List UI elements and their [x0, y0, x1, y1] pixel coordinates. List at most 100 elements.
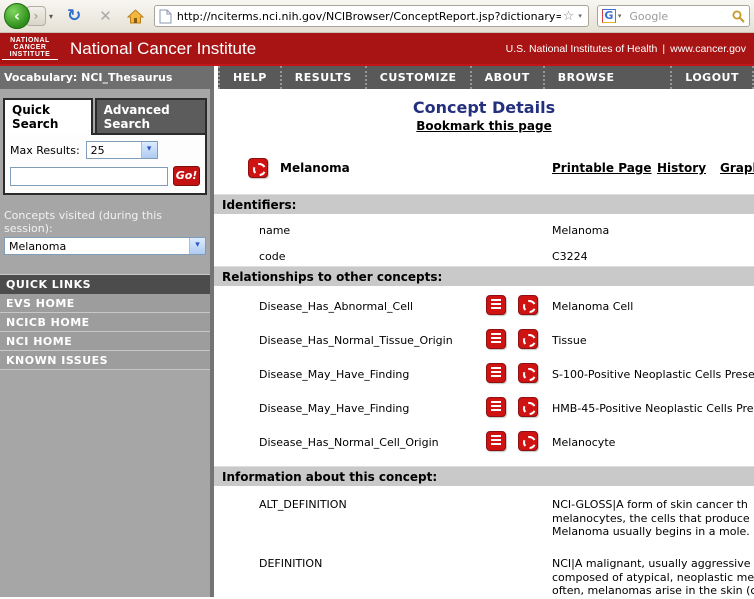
sidebar-item-evs-home[interactable]: EVS HOME — [0, 294, 210, 313]
relationship-row: Disease_Has_Normal_Tissue_Origin Tissue — [214, 324, 754, 358]
site-header: NATIONAL CANCER INSTITUTE National Cance… — [0, 33, 754, 66]
logo-line: CANCER — [13, 44, 47, 51]
identifier-row: code C3224 — [214, 240, 754, 266]
relationship-row: Disease_Has_Abnormal_Cell Melanoma Cell — [214, 290, 754, 324]
go-button[interactable]: Go! — [173, 166, 200, 186]
quick-search-panel: Max Results: 25 ▾ Go! — [3, 133, 207, 195]
logo-line: NATIONAL — [10, 37, 50, 44]
main-menu: HELP RESULTS CUSTOMIZE ABOUT BROWSE HIER… — [218, 66, 754, 107]
browser-toolbar: ‹ › ▾ ↻ ✕ ☆ ▾ G ▾ Google — [0, 0, 754, 33]
document-icon[interactable] — [486, 295, 506, 315]
sidebar-item-ncicb-home[interactable]: NCICB HOME — [0, 313, 210, 332]
identifier-value: C3224 — [552, 250, 588, 263]
hierarchy-icon[interactable] — [518, 295, 538, 315]
identifier-label: name — [259, 224, 291, 237]
information-value: NCI|A malignant, usually aggressive comp… — [552, 557, 754, 597]
max-results-select[interactable]: 25 ▾ — [85, 141, 158, 159]
related-concept: Melanocyte — [552, 436, 616, 449]
hierarchy-icon[interactable] — [518, 329, 538, 349]
menu-item-logout[interactable]: LOGOUT — [672, 66, 754, 89]
relationship-row: Disease_May_Have_Finding HMB-45-Positive… — [214, 392, 754, 426]
menu-item-customize[interactable]: CUSTOMIZE — [367, 66, 472, 89]
hierarchy-icon[interactable] — [248, 158, 268, 178]
menu-row: Vocabulary: NCI_Thesaurus HELP RESULTS C… — [0, 66, 754, 107]
url-dropdown-icon[interactable]: ▾ — [576, 12, 584, 20]
nih-link[interactable]: U.S. National Institutes of Health — [506, 43, 658, 55]
content: Quick Search Advanced Search Max Results… — [0, 89, 754, 597]
menu-item-results[interactable]: RESULTS — [282, 66, 367, 89]
max-results-label: Max Results: — [10, 143, 80, 157]
relationship-label: Disease_May_Have_Finding — [259, 368, 410, 381]
concepts-visited-value: Melanoma — [9, 239, 67, 253]
back-icon[interactable]: ‹ — [4, 3, 30, 29]
menu-item-help[interactable]: HELP — [218, 66, 282, 89]
related-concept: Tissue — [552, 334, 587, 347]
relationship-label: Disease_Has_Abnormal_Cell — [259, 300, 414, 313]
history-dropdown-icon[interactable]: ▾ — [46, 12, 58, 21]
menu-item-browse-hierarchy[interactable]: BROWSE HIERARCHY — [545, 66, 673, 107]
concept-header-row: Melanoma Printable Page History Graph — [214, 158, 754, 179]
hierarchy-icon[interactable] — [518, 363, 538, 383]
concepts-visited-select[interactable]: Melanoma ▾ — [4, 237, 206, 255]
nci-logo[interactable]: NATIONAL CANCER INSTITUTE — [2, 37, 58, 60]
related-concept: HMB-45-Positive Neoplastic Cells Pre — [552, 402, 754, 415]
bookmark-star-icon[interactable]: ☆ — [561, 9, 577, 24]
header-right-links: U.S. National Institutes of Health | www.c… — [506, 43, 746, 55]
page-title: Concept Details — [412, 98, 556, 117]
search-input[interactable] — [10, 166, 168, 186]
relationships-list: Disease_Has_Abnormal_Cell Melanoma Cell … — [214, 286, 754, 466]
relationship-row: Disease_Has_Normal_Cell_Origin Melanocyt… — [214, 426, 754, 460]
document-icon[interactable] — [486, 329, 506, 349]
related-concept: S-100-Positive Neoplastic Cells Prese — [552, 368, 754, 381]
relationships-header: Relationships to other concepts: — [214, 266, 754, 286]
max-results-value: 25 — [90, 143, 105, 157]
sidebar: Quick Search Advanced Search Max Results… — [0, 89, 214, 597]
relationship-row: Disease_May_Have_Finding S-100-Positive … — [214, 358, 754, 392]
information-value: NCI-GLOSS|A form of skin cancer th melan… — [552, 498, 754, 538]
search-engine-dropdown-icon[interactable]: ▾ — [616, 12, 624, 20]
information-label: ALT_DEFINITION — [259, 498, 347, 511]
page-icon — [159, 9, 172, 23]
graph-link[interactable]: Graph — [720, 161, 754, 175]
identifier-value: Melanoma — [552, 224, 610, 237]
printable-page-link[interactable]: Printable Page — [552, 161, 652, 175]
hierarchy-icon[interactable] — [518, 397, 538, 417]
relationship-label: Disease_May_Have_Finding — [259, 402, 410, 415]
url-input[interactable] — [176, 9, 561, 23]
vocabulary-label: Vocabulary: NCI_Thesaurus — [0, 66, 214, 89]
stop-icon[interactable]: ✕ — [90, 7, 121, 25]
history-link[interactable]: History — [657, 161, 706, 175]
sidebar-item-known-issues[interactable]: KNOWN ISSUES — [0, 351, 210, 370]
hierarchy-icon[interactable] — [518, 431, 538, 451]
bookmark-this-page-link[interactable]: Bookmark this page — [416, 119, 551, 133]
chevron-down-icon[interactable]: ▾ — [189, 238, 205, 254]
tab-advanced-search[interactable]: Advanced Search — [94, 98, 207, 133]
document-icon[interactable] — [486, 363, 506, 383]
quick-links: QUICK LINKS EVS HOME NCICB HOME NCI HOME… — [0, 274, 210, 370]
information-row: DEFINITION NCI|A malignant, usually aggr… — [214, 545, 754, 597]
concept-details-panel: Concept Details Bookmark this page Melan… — [214, 89, 754, 597]
google-logo-icon: G — [601, 9, 616, 23]
search-placeholder[interactable]: Google — [623, 10, 732, 23]
information-row: ALT_DEFINITION NCI-GLOSS|A form of skin … — [214, 486, 754, 545]
search-tabs: Quick Search Advanced Search — [3, 98, 207, 135]
information-label: DEFINITION — [259, 557, 323, 570]
sidebar-item-nci-home[interactable]: NCI HOME — [0, 332, 210, 351]
cancer-gov-link[interactable]: www.cancer.gov — [670, 43, 746, 55]
identifier-label: code — [259, 250, 286, 263]
related-concept: Melanoma Cell — [552, 300, 634, 313]
menu-item-about[interactable]: ABOUT — [472, 66, 545, 89]
address-bar[interactable]: ☆ ▾ — [153, 5, 589, 27]
document-icon[interactable] — [486, 431, 506, 451]
chevron-down-icon[interactable]: ▾ — [140, 142, 157, 158]
document-icon[interactable] — [486, 397, 506, 417]
tab-quick-search[interactable]: Quick Search — [3, 98, 93, 135]
web-search-bar[interactable]: G ▾ Google — [596, 5, 750, 27]
search-icon[interactable] — [732, 10, 745, 23]
site-title: National Cancer Institute — [70, 38, 257, 58]
home-icon[interactable] — [121, 8, 152, 24]
quick-links-header: QUICK LINKS — [0, 275, 210, 294]
concepts-visited-label: Concepts visited (during this session): — [4, 209, 162, 235]
reload-icon[interactable]: ↻ — [58, 6, 90, 26]
information-header: Information about this concept: — [214, 466, 754, 486]
